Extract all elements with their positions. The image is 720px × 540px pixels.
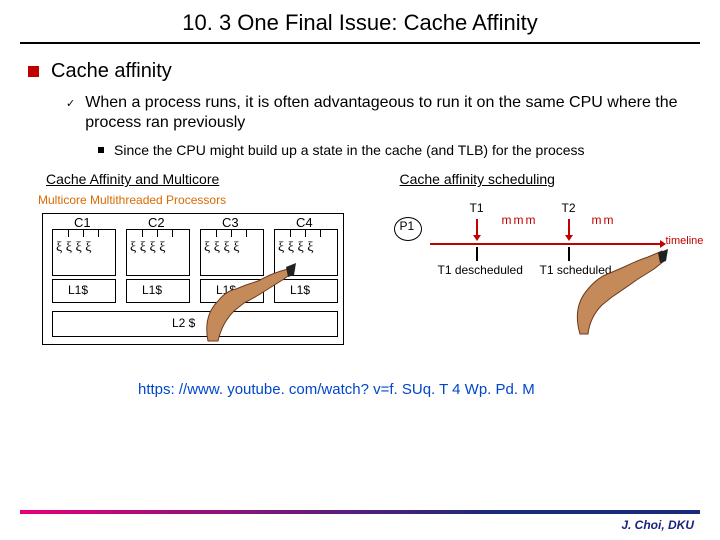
core-label-3: C3 — [222, 215, 239, 230]
t1-label: T1 — [470, 201, 484, 215]
bullet-l1-text: Cache affinity — [51, 60, 172, 83]
t1-arrow-icon — [476, 219, 478, 237]
diagram-row: Cache Affinity and Multicore Multicore M… — [38, 171, 682, 361]
check-bullet-icon: ✓ — [66, 97, 75, 110]
t2-arrow-icon — [568, 219, 570, 237]
tick-icon — [476, 247, 478, 261]
timeline-label: timeline — [666, 235, 704, 247]
left-heading: Cache Affinity and Multicore — [46, 171, 219, 187]
diagram-multicore: Cache Affinity and Multicore Multicore M… — [38, 171, 370, 361]
threads-icon: ξ ξ ξ ξ — [130, 241, 165, 255]
right-heading: Cache affinity scheduling — [400, 171, 555, 187]
slide-title: 10. 3 One Final Issue: Cache Affinity — [0, 0, 720, 42]
scribble-icon: mm — [592, 213, 616, 227]
square-small-bullet-icon — [98, 147, 104, 153]
scribble-icon: mmm — [502, 213, 538, 227]
l1-label-4: L1$ — [290, 283, 310, 297]
content-area: Cache affinity ✓ When a process runs, it… — [0, 60, 720, 398]
descheduled-label: T1 descheduled — [438, 263, 523, 277]
threads-icon: ξ ξ ξ ξ — [56, 241, 91, 255]
l1-label-2: L1$ — [142, 283, 162, 297]
youtube-link[interactable]: https: //www. youtube. com/watch? v=f. S… — [138, 381, 692, 398]
t2-label: T2 — [562, 201, 576, 215]
bullet-l2-text: When a process runs, it is often advanta… — [85, 93, 692, 133]
process-label: P1 — [400, 219, 415, 233]
bullet-l3-text: Since the CPU might build up a state in … — [114, 141, 585, 159]
core-label-1: C1 — [74, 215, 91, 230]
footer-author: J. Choi, DKU — [621, 518, 694, 532]
threads-icon: ξ ξ ξ ξ — [278, 241, 313, 255]
core-label-4: C4 — [296, 215, 313, 230]
l1-label-3: L1$ — [216, 283, 236, 297]
l1-label-1: L1$ — [68, 283, 88, 297]
footer-rule — [20, 510, 700, 514]
left-subheading: Multicore Multithreaded Processors — [38, 193, 226, 207]
diagram-scheduling: Cache affinity scheduling P1 timeline T1… — [390, 171, 683, 361]
square-bullet-icon — [28, 66, 39, 77]
l2-label: L2 $ — [172, 316, 195, 330]
title-rule — [20, 42, 700, 44]
timeline-line — [430, 243, 660, 245]
bullet-level1: Cache affinity — [28, 60, 692, 83]
bullet-level3: Since the CPU might build up a state in … — [98, 141, 692, 159]
threads-icon: ξ ξ ξ ξ — [204, 241, 239, 255]
scheduled-label: T1 scheduled — [540, 263, 612, 277]
tick-icon — [568, 247, 570, 261]
bullet-level2: ✓ When a process runs, it is often advan… — [66, 93, 692, 133]
core-label-2: C2 — [148, 215, 165, 230]
